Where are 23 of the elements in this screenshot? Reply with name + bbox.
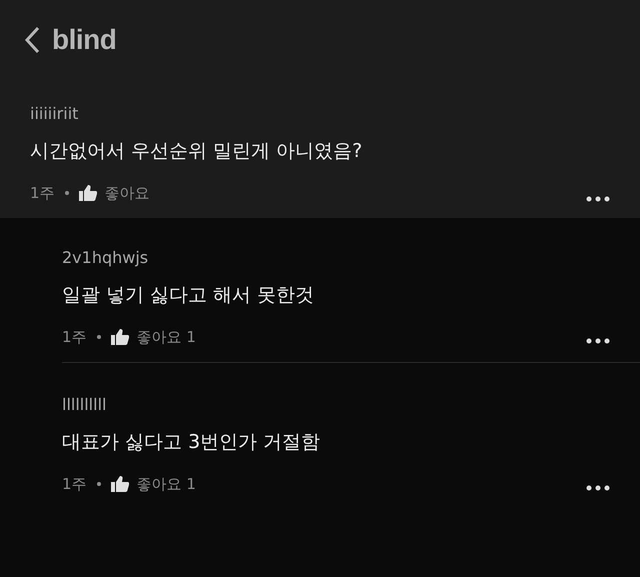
separator-dot <box>64 191 69 195</box>
separator-dot <box>96 482 101 486</box>
thumbs-up-icon[interactable] <box>78 185 97 201</box>
more-icon[interactable] <box>586 196 610 202</box>
time-ago: 1주 <box>30 184 55 202</box>
more-icon[interactable] <box>586 338 610 344</box>
back-icon[interactable] <box>24 26 40 54</box>
logo: blind <box>52 24 116 56</box>
reply-text: 대표가 싫다고 3번인가 거절함 <box>62 430 322 455</box>
time-ago: 1주 <box>62 474 87 494</box>
thumbs-up-icon[interactable] <box>110 476 129 492</box>
username: 2v1hqhwjs <box>62 248 150 269</box>
like-button[interactable]: 좋아요 1 <box>136 328 196 346</box>
username: llllllllll <box>62 395 108 416</box>
reply-text: 일괄 넣기 싫다고 해서 못한것 <box>62 283 316 308</box>
comment-text: 시간없어서 우선순위 밀린게 아니였음? <box>30 139 364 164</box>
like-button[interactable]: 좋아요 1 <box>136 474 196 494</box>
like-button[interactable]: 좋아요 <box>104 184 150 202</box>
more-icon[interactable] <box>586 485 610 491</box>
separator-dot <box>96 335 101 339</box>
username: iiiiiiriit <box>30 104 80 125</box>
thumbs-up-icon[interactable] <box>110 329 129 345</box>
time-ago: 1주 <box>62 328 87 346</box>
